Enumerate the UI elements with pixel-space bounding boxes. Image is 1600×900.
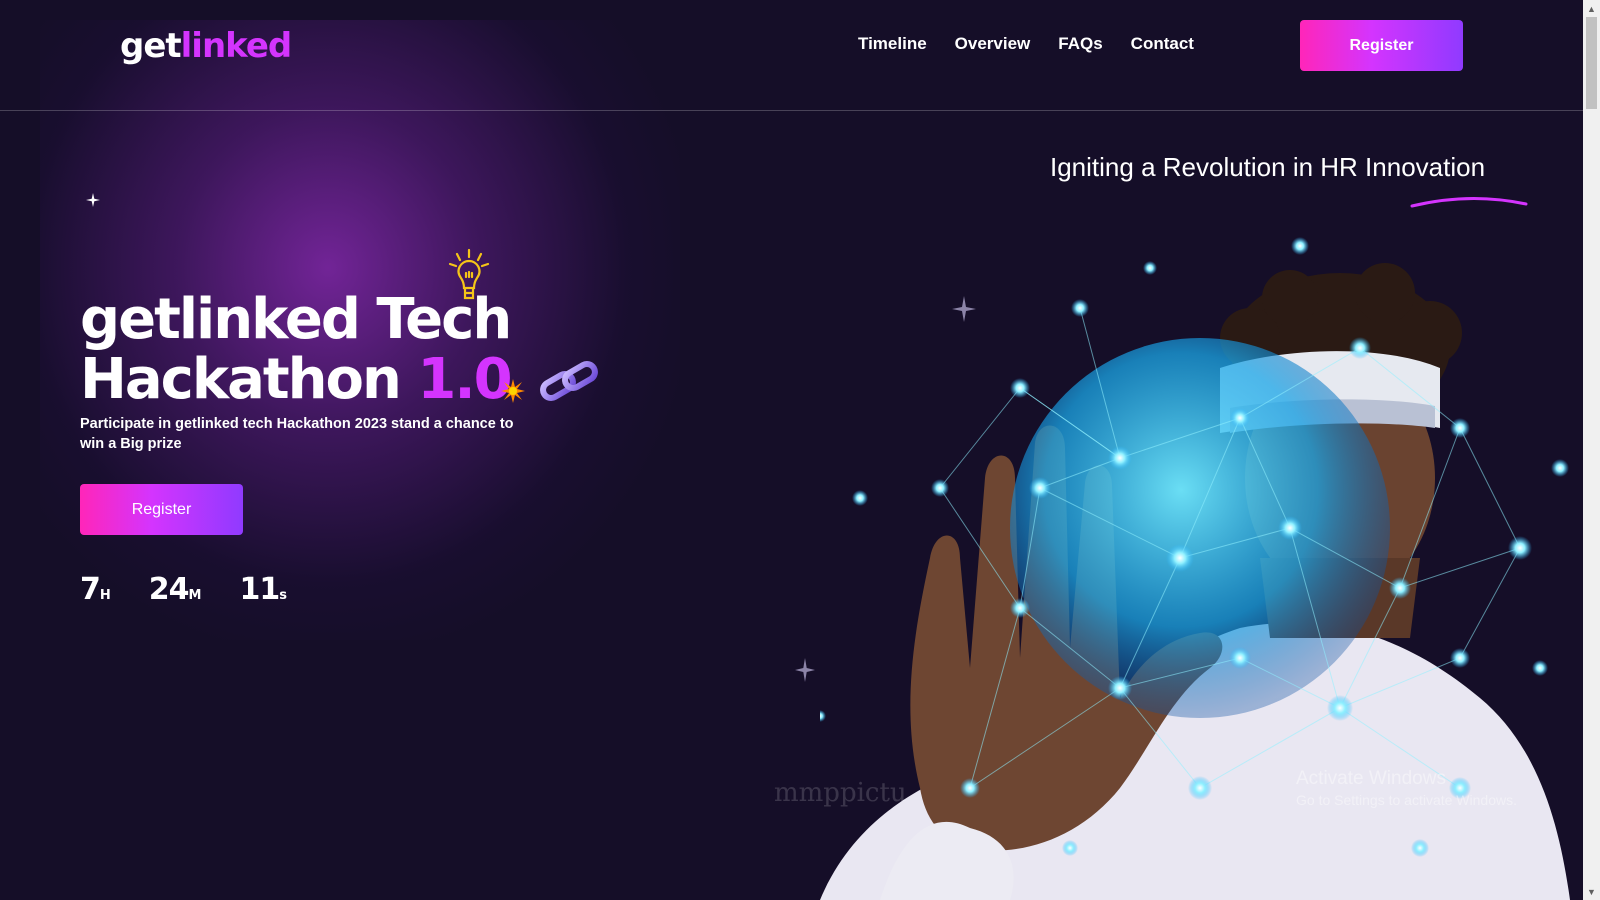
countdown-minutes-value: 24	[148, 572, 190, 607]
sparkle-star-icon	[795, 658, 815, 682]
vertical-scrollbar[interactable]: ▲ ▼	[1583, 0, 1600, 900]
logo-part-get: get	[120, 26, 182, 66]
nav-timeline[interactable]: Timeline	[858, 34, 927, 54]
hero-subtitle: Participate in getlinked tech Hackathon …	[80, 416, 514, 452]
hero-title-line2: Hackathon 1.0	[80, 350, 700, 410]
nav-faqs[interactable]: FAQs	[1058, 34, 1102, 54]
activate-windows-notice: Activate Windows Go to Settings to activ…	[1296, 768, 1517, 808]
countdown-hours: 7H	[80, 572, 111, 607]
site-header: getlinked Timeline Overview FAQs Contact…	[0, 0, 1583, 111]
logo-part-linked: linked	[180, 26, 293, 66]
countdown-minutes: 24M	[149, 572, 202, 607]
countdown-hours-value: 7	[80, 572, 101, 607]
watermark-text: mmppictu	[774, 778, 907, 808]
chain-link-icon	[540, 361, 598, 401]
hero-title-line1: getlinked Tech	[80, 287, 512, 352]
main-nav: Timeline Overview FAQs Contact	[858, 34, 1194, 54]
hero-tagline: Igniting a Revolution in HR Innovation	[1050, 152, 1486, 182]
countdown-seconds-unit: s	[279, 588, 287, 603]
scroll-down-arrow-icon[interactable]: ▼	[1583, 883, 1600, 900]
sparkle-icon	[86, 193, 100, 207]
countdown-hours-unit: H	[99, 588, 111, 603]
page: getlinked Timeline Overview FAQs Contact…	[0, 0, 1583, 900]
countdown-seconds-value: 11	[239, 572, 280, 607]
logo[interactable]: getlinked	[120, 26, 293, 66]
scroll-up-arrow-icon[interactable]: ▲	[1583, 0, 1600, 17]
nav-contact[interactable]: Contact	[1131, 34, 1194, 54]
activate-windows-subtitle: Go to Settings to activate Windows.	[1296, 792, 1517, 808]
header-register-button[interactable]: Register	[1300, 20, 1463, 71]
hero-title-version: 1.0	[417, 347, 512, 412]
countdown-seconds: 11s	[239, 572, 287, 607]
activate-windows-title: Activate Windows	[1296, 768, 1446, 789]
hero-register-button[interactable]: Register	[80, 484, 243, 535]
hero-title-hackathon: Hackathon	[80, 347, 418, 412]
hero-title: getlinked Tech Hackathon 1.0	[80, 290, 700, 410]
nav-overview[interactable]: Overview	[955, 34, 1031, 54]
tagline-underline	[1410, 196, 1528, 208]
countdown-timer: 7H 24M 11s	[80, 572, 287, 607]
spark-burst-icon	[501, 379, 525, 403]
scroll-thumb[interactable]	[1586, 17, 1597, 109]
countdown-minutes-unit: M	[188, 588, 202, 603]
